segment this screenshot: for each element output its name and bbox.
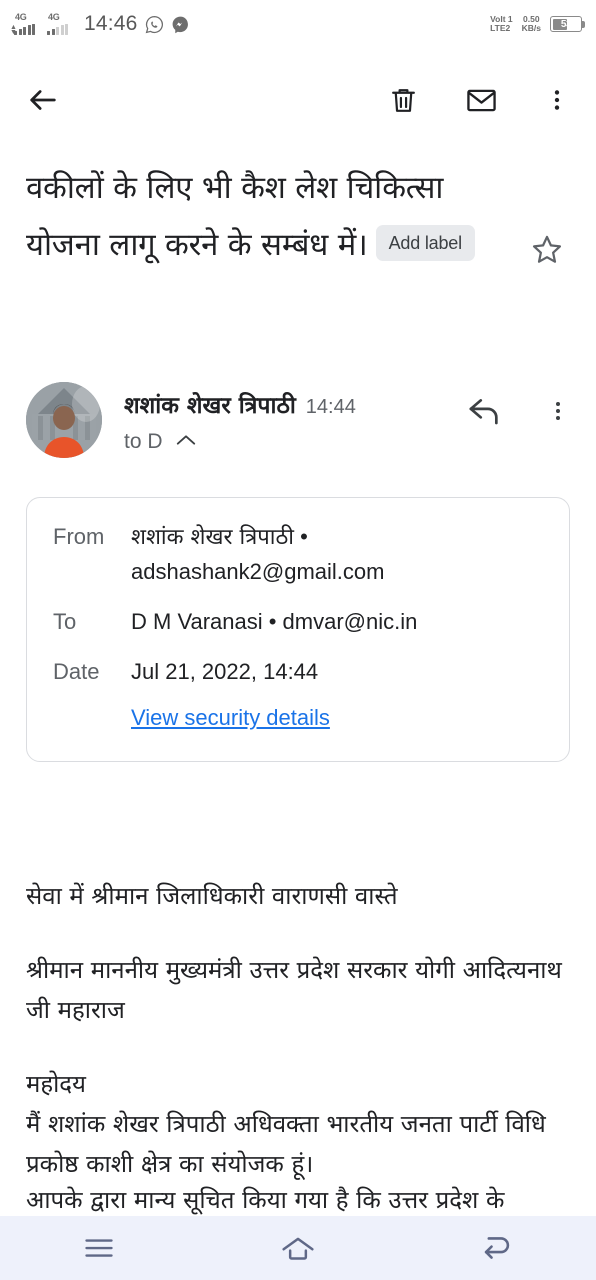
body-paragraph-5: आपके द्वारा मान्य सूचित किया गया है कि उ…: [26, 1186, 505, 1214]
from-name: शशांक शेखर त्रिपाठी: [131, 525, 294, 550]
date-label: Date: [53, 659, 100, 684]
sender-row[interactable]: शशांक शेखर त्रिपाठी 14:44 to D: [0, 382, 596, 458]
avatar[interactable]: [26, 382, 102, 458]
from-value: शशांक शेखर त्रिपाठी • adshashank2@gmail.…: [131, 520, 384, 589]
view-security-details-link[interactable]: View security details: [131, 701, 330, 735]
add-label-chip[interactable]: Add label: [375, 225, 475, 261]
toolbar-actions: [388, 84, 570, 117]
network-type-sim1-label: 4G: [15, 12, 27, 22]
signal-strength-sim1-icon: 4G ▲▼: [10, 12, 40, 36]
sender-timestamp: 14:44: [305, 396, 356, 418]
more-vert-icon[interactable]: [546, 396, 570, 431]
recipient-summary-row[interactable]: to D: [124, 430, 468, 454]
body-paragraph-3: महोदय: [26, 1070, 86, 1098]
body-paragraph-4: मैं शशांक शेखर त्रिपाठी अधिवक्ता भारतीय …: [26, 1110, 546, 1178]
sender-name: शशांक शेखर त्रिपाठी: [124, 393, 296, 419]
message-details-card: From शशांक शेखर त्रिपाठी • adshashank2@g…: [26, 497, 570, 762]
status-bar-clock: 14:46: [84, 12, 138, 35]
back-nav-icon[interactable]: [449, 1216, 545, 1280]
email-body: सेवा में श्रीमान जिलाधिकारी वाराणसी वास्…: [26, 876, 574, 1184]
recipient-summary-label: to D: [124, 430, 163, 453]
back-arrow-icon[interactable]: [26, 83, 60, 117]
volte-indicator: VoIt 1 LTE2: [490, 14, 513, 33]
email-detail-screen: 4G ▲▼ 4G 14:46: [0, 0, 596, 1280]
recents-menu-icon[interactable]: [51, 1216, 147, 1280]
chevron-up-icon[interactable]: [175, 433, 197, 452]
status-bar: 4G ▲▼ 4G 14:46: [0, 0, 596, 48]
page-title: वकीलों के लिए भी कैश लेश चिकित्सा योजना …: [26, 160, 518, 274]
battery-icon: 53: [550, 16, 585, 32]
status-bar-left: 4G ▲▼ 4G 14:46: [10, 12, 190, 36]
from-separator: •: [293, 524, 308, 549]
network-speed-indicator: 0.50 KB/s: [522, 15, 541, 33]
battery-percent-label: 53: [560, 18, 572, 30]
reply-arrow-icon[interactable]: [468, 396, 502, 431]
star-outline-icon[interactable]: [524, 160, 570, 274]
sender-line-primary: शशांक शेखर त्रिपाठी 14:44: [124, 388, 468, 420]
body-paragraph-1: सेवा में श्रीमान जिलाधिकारी वाराणसी वास्…: [26, 882, 398, 910]
home-icon[interactable]: [250, 1216, 346, 1280]
signal-strength-sim2-icon: 4G: [47, 12, 73, 35]
details-row-date: Date Jul 21, 2022, 14:44: [53, 655, 543, 689]
app-toolbar: [0, 60, 596, 140]
more-vert-icon[interactable]: [544, 85, 570, 115]
to-label: To: [53, 609, 77, 634]
status-bar-right: VoIt 1 LTE2 0.50 KB/s 53: [490, 14, 585, 33]
details-row-to: To D M Varanasi • dmvar@nic.in: [53, 605, 543, 639]
from-email: adshashank2@gmail.com: [131, 559, 385, 584]
from-label: From: [53, 524, 105, 549]
details-row-from: From शशांक शेखर त्रिपाठी • adshashank2@g…: [53, 520, 543, 589]
trash-icon[interactable]: [388, 85, 419, 116]
sender-meta: शशांक शेखर त्रिपाठी 14:44 to D: [124, 382, 468, 454]
network-speed-unit: KB/s: [521, 23, 541, 33]
network-type-sim2-label: 4G: [48, 12, 60, 22]
subject-area: वकीलों के लिए भी कैश लेश चिकित्सा योजना …: [0, 160, 596, 274]
to-value: D M Varanasi • dmvar@nic.in: [131, 609, 418, 634]
body-paragraph-2: श्रीमान माननीय मुख्यमंत्री उत्तर प्रदेश …: [26, 956, 562, 1024]
message-actions: [468, 382, 570, 431]
android-nav-bar: [0, 1216, 596, 1280]
envelope-icon[interactable]: [465, 84, 498, 117]
messenger-icon: [171, 15, 190, 34]
email-body-clipped-line: आपके द्वारा मान्य सूचित किया गया है कि उ…: [26, 1186, 574, 1216]
date-value: Jul 21, 2022, 14:44: [131, 659, 319, 684]
whatsapp-icon: [145, 15, 164, 34]
